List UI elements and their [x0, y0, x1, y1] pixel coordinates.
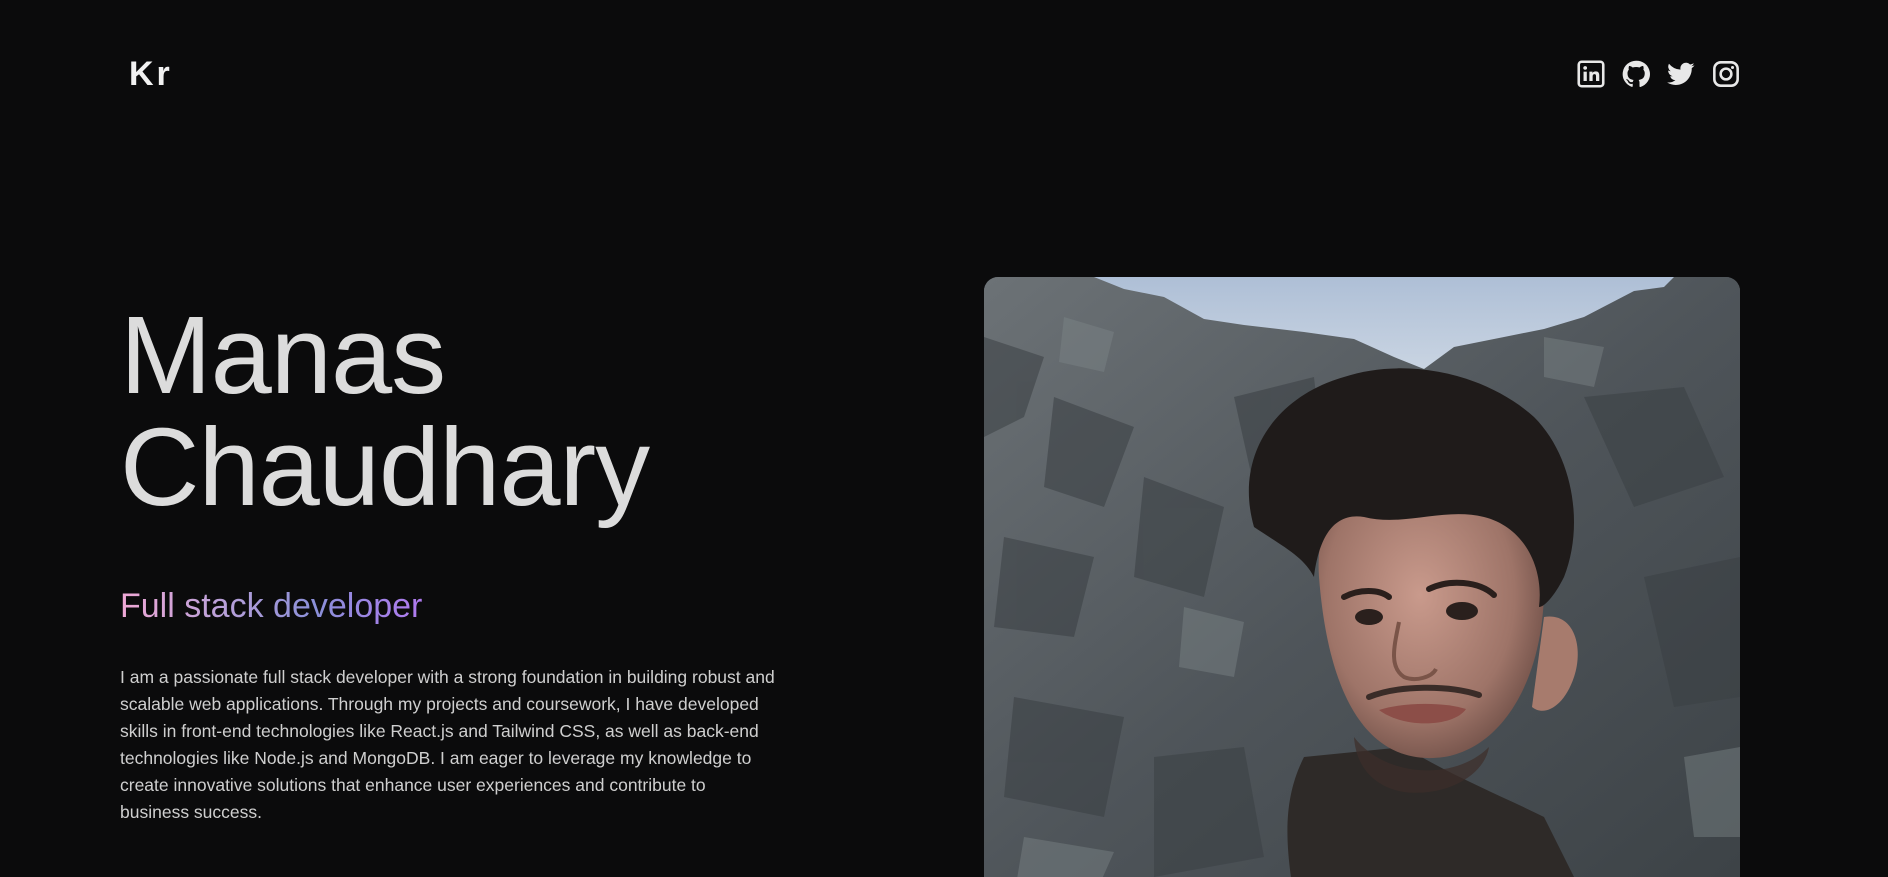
hero-text: Manas Chaudhary Full stack developer I a… — [120, 300, 780, 844]
role-title: Full stack developer — [120, 587, 423, 625]
linkedin-icon[interactable] — [1577, 60, 1605, 88]
github-icon[interactable] — [1622, 60, 1650, 88]
twitter-icon[interactable] — [1667, 60, 1695, 88]
portfolio-page: Kr Manas Chaudhary Full stack developer … — [0, 0, 1888, 877]
site-header: Kr — [120, 52, 1740, 96]
site-logo[interactable]: Kr — [129, 57, 173, 91]
hero-name: Manas Chaudhary — [120, 300, 780, 524]
profile-photo — [984, 277, 1740, 877]
first-name: Manas — [120, 294, 446, 417]
instagram-icon[interactable] — [1712, 60, 1740, 88]
bio-paragraph: I am a passionate full stack developer w… — [120, 667, 775, 822]
last-name: Chaudhary — [120, 406, 650, 529]
social-links — [1577, 60, 1740, 88]
